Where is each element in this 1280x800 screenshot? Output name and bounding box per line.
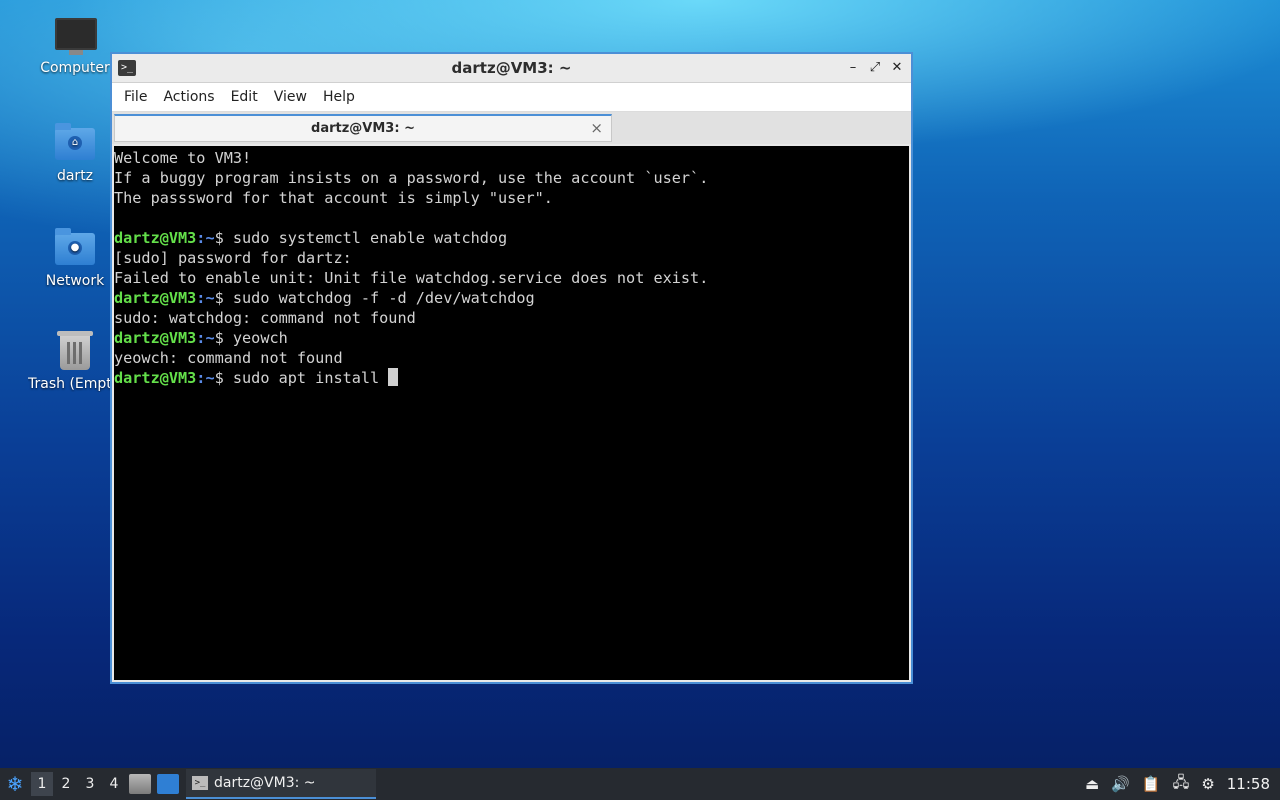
terminal-output-line: yeowch: command not found [114,348,909,368]
prompt-symbol: $ [214,369,233,387]
prompt-user: dartz@VM3 [114,329,197,347]
trash-icon [57,331,93,370]
taskbar-task-terminal[interactable]: >_ dartz@VM3: ~ [186,769,376,799]
workspace-3[interactable]: 3 [79,772,101,796]
terminal-command-line: dartz@VM3:~$ sudo systemctl enable watch… [114,228,909,248]
menu-actions[interactable]: Actions [155,89,222,105]
menubar: File Actions Edit View Help [112,83,911,112]
tab-label: dartz@VM3: ~ [311,121,415,136]
prompt-user: dartz@VM3 [114,289,197,307]
system-tray: ⏏ 🔊 📋 🖧 ⚙ 11:58 [1085,772,1270,797]
prompt-symbol: $ [214,289,233,307]
menu-file[interactable]: File [116,89,155,105]
show-desktop-icon[interactable] [157,774,179,794]
terminal-output[interactable]: Welcome to VM3! If a buggy program insist… [114,146,909,680]
terminal-output-line: Welcome to VM3! [114,148,909,168]
workspace-2[interactable]: 2 [55,772,77,796]
prompt-path: :~ [196,289,215,307]
command-text: yeowch [232,329,288,347]
updates-icon[interactable]: ⚙ [1201,775,1214,793]
output-text: [sudo] password for dartz: [114,249,352,267]
workspace-1[interactable]: 1 [31,772,53,796]
command-text: sudo systemctl enable watchdog [232,229,508,247]
terminal-output-line: If a buggy program insists on a password… [114,168,909,188]
output-text: yeowch: command not found [114,349,343,367]
taskbar: ❄ 1 2 3 4 >_ dartz@VM3: ~ ⏏ 🔊 📋 🖧 ⚙ 11:5… [0,768,1280,800]
file-manager-icon[interactable] [129,774,151,794]
desktop-icon-home[interactable]: ⌂ dartz [30,123,120,184]
prompt-path: :~ [196,369,215,387]
terminal-output-line: The passsword for that account is simply… [114,188,909,208]
desktop-icon-label: Trash (Empt [28,376,112,392]
terminal-cursor [388,368,399,386]
desktop-icon-label: dartz [56,168,94,184]
command-text: sudo apt install [232,369,389,387]
output-text: sudo: watchdog: command not found [114,309,416,327]
output-text: If a buggy program insists on a password… [114,169,709,187]
terminal-command-line: dartz@VM3:~$ sudo apt install [114,368,909,388]
output-text: Welcome to VM3! [114,149,252,167]
desktop-icon-network[interactable]: ● Network [30,228,120,289]
maximize-button[interactable]: ⤢ [867,60,883,76]
tab-close-icon[interactable]: × [590,119,603,137]
prompt-path: :~ [196,229,215,247]
terminal-output-line: Failed to enable unit: Unit file watchdo… [114,268,909,288]
clipboard-icon[interactable]: 📋 [1142,775,1161,793]
home-folder-icon: ⌂ [55,123,95,160]
desktop-icon-label: Network [45,273,105,289]
task-label: dartz@VM3: ~ [214,775,316,791]
eject-icon[interactable]: ⏏ [1085,775,1099,793]
workspace-4[interactable]: 4 [103,772,125,796]
close-button[interactable]: ✕ [889,60,905,76]
minimize-button[interactable]: – [845,60,861,76]
tab-terminal[interactable]: dartz@VM3: ~ × [114,114,612,142]
tab-bar: dartz@VM3: ~ × [112,112,911,144]
terminal-command-line: dartz@VM3:~$ yeowch [114,328,909,348]
terminal-command-line: dartz@VM3:~$ sudo watchdog -f -d /dev/wa… [114,288,909,308]
terminal-output-line: [sudo] password for dartz: [114,248,909,268]
output-text: The passsword for that account is simply… [114,189,553,207]
command-text: sudo watchdog -f -d /dev/watchdog [232,289,535,307]
clock[interactable]: 11:58 [1227,775,1270,793]
terminal-output-line: sudo: watchdog: command not found [114,308,909,328]
menu-view[interactable]: View [266,89,315,105]
network-icon[interactable]: 🖧 [1173,772,1190,797]
window-title: dartz@VM3: ~ [451,59,572,77]
computer-icon [55,18,97,55]
start-menu-icon[interactable]: ❄ [0,769,30,799]
network-folder-icon: ● [55,228,95,265]
output-text: Failed to enable unit: Unit file watchdo… [114,269,709,287]
terminal-lines: Welcome to VM3! If a buggy program insist… [114,146,909,388]
terminal-app-icon: >_ [192,776,208,790]
volume-icon[interactable]: 🔊 [1111,775,1130,793]
desktop-icon-trash[interactable]: Trash (Empt [28,331,112,392]
prompt-user: dartz@VM3 [114,369,197,387]
prompt-path: :~ [196,329,215,347]
terminal-window[interactable]: >_ dartz@VM3: ~ – ⤢ ✕ File Actions Edit … [110,52,913,684]
desktop-icon-label: Computer [40,60,110,76]
window-titlebar[interactable]: >_ dartz@VM3: ~ – ⤢ ✕ [112,54,911,83]
desktop-icon-computer[interactable]: Computer [30,16,120,76]
menu-edit[interactable]: Edit [223,89,266,105]
prompt-user: dartz@VM3 [114,229,197,247]
prompt-symbol: $ [214,329,233,347]
menu-help[interactable]: Help [315,89,363,105]
prompt-symbol: $ [214,229,233,247]
